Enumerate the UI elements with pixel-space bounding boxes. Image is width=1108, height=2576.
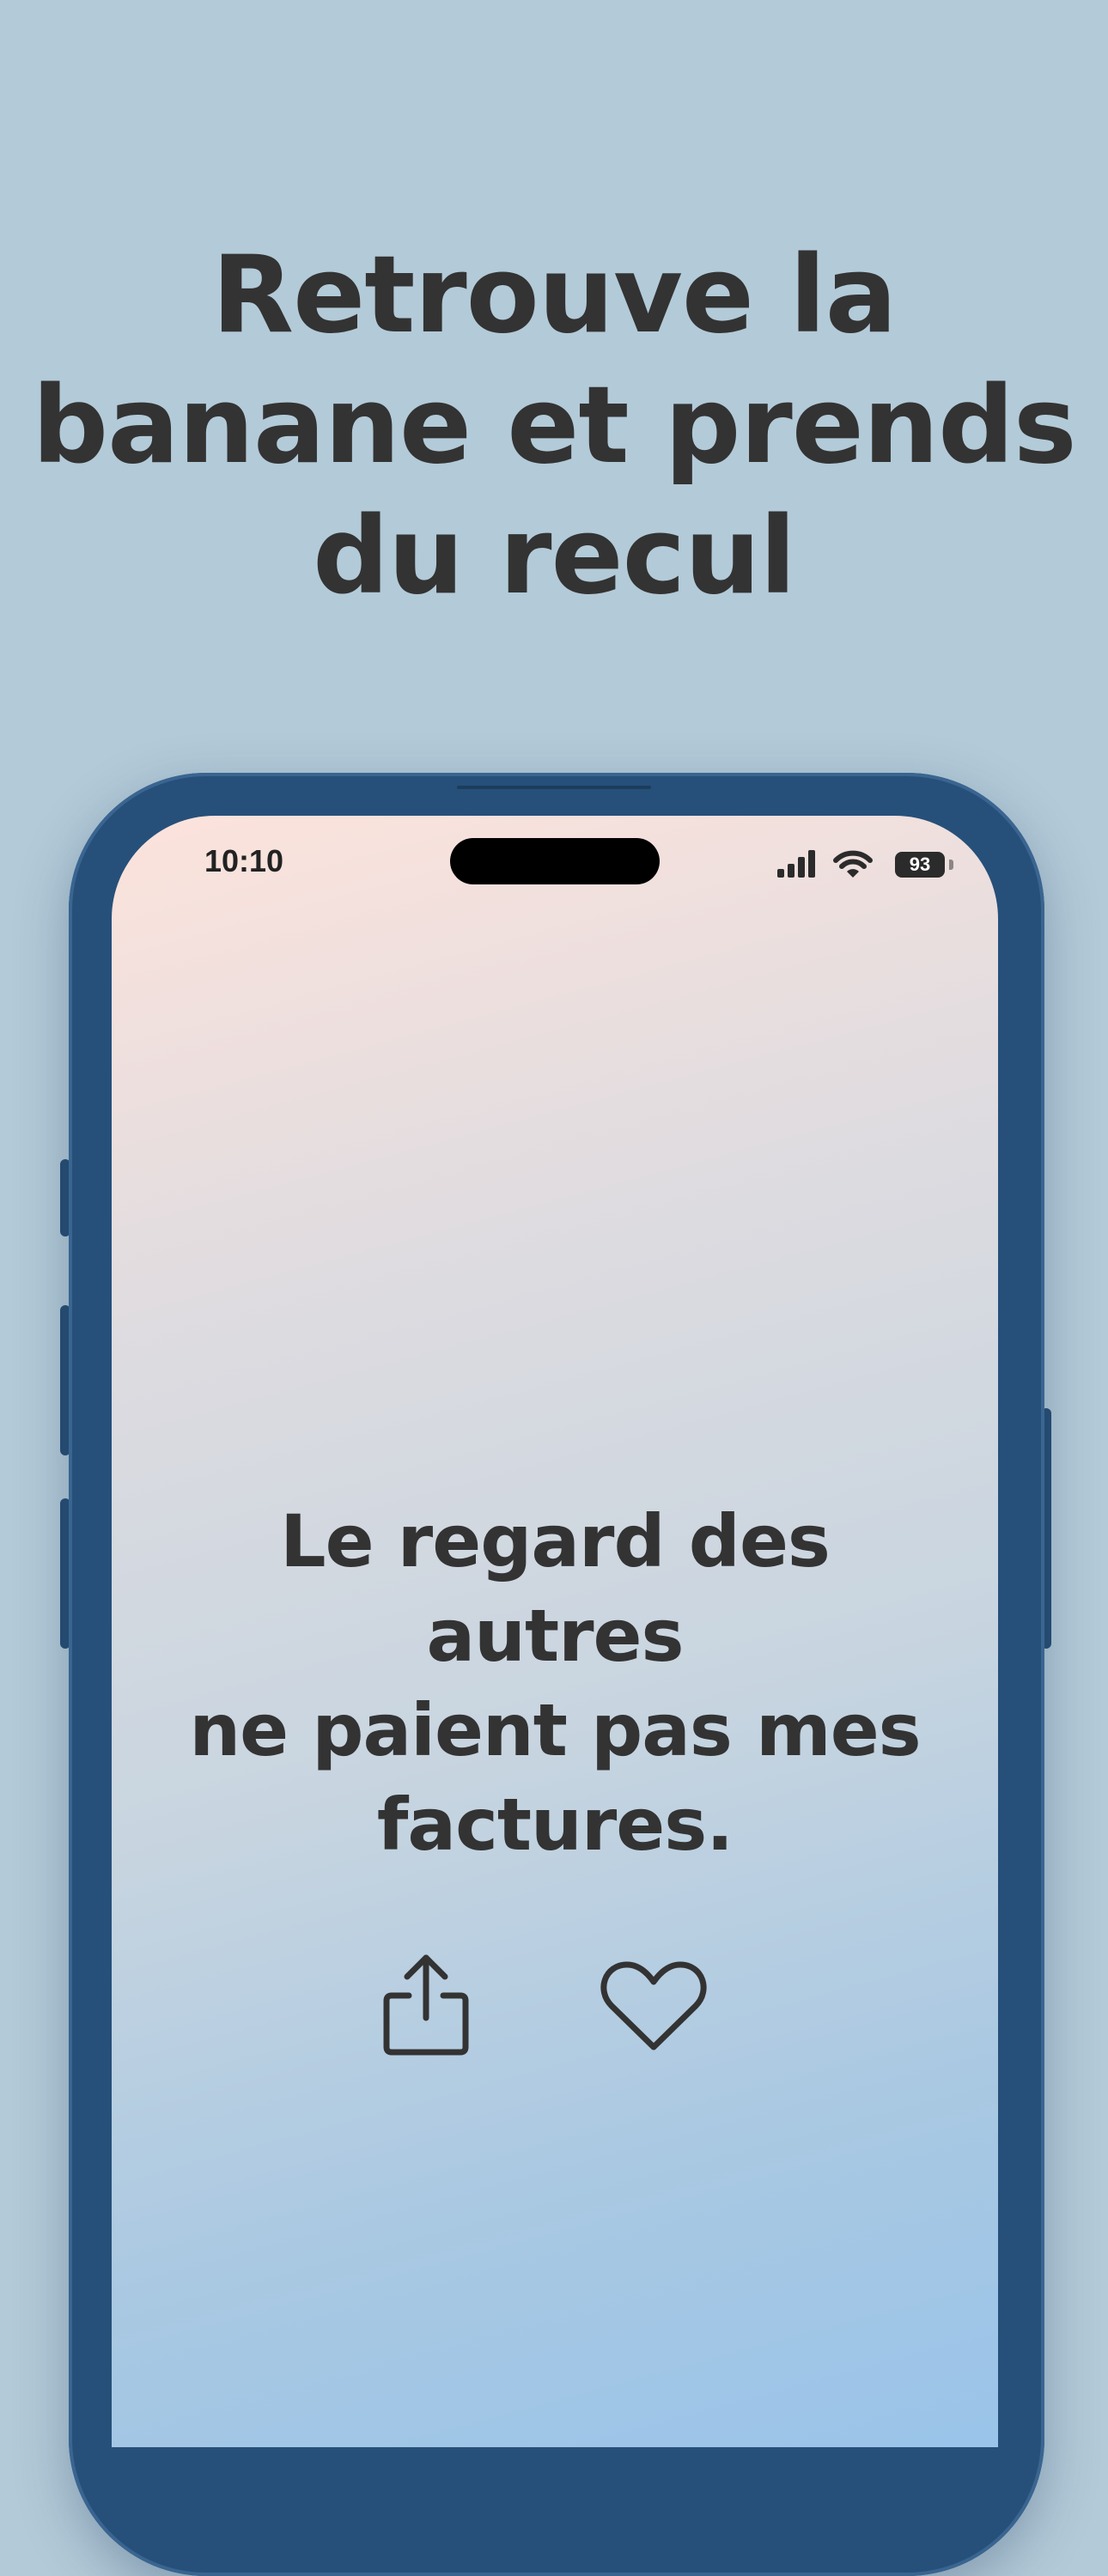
wifi-icon — [833, 850, 873, 878]
quote-text: Le regard des autres ne paient pas mes f… — [146, 1494, 964, 1872]
headline-line-2: banane et prends — [32, 364, 1076, 488]
phone-speaker-grille — [457, 786, 651, 789]
status-time: 10:10 — [204, 843, 284, 878]
headline: Retrouve la banane et prends du recul — [0, 230, 1108, 622]
battery-tip — [949, 860, 953, 870]
battery-icon: 93 — [895, 852, 945, 878]
heart-icon[interactable] — [600, 1958, 708, 2052]
headline-line-1: Retrouve la — [211, 234, 898, 357]
share-icon[interactable] — [383, 1951, 469, 2056]
signal-icon — [777, 850, 815, 878]
quote-line-1: Le regard des autres — [280, 1499, 831, 1678]
quote-line-2: ne paient pas mes — [189, 1688, 921, 1772]
quote-line-3: factures. — [376, 1783, 734, 1867]
phone-screen: 10:10 93 Le regard des autres ne paient … — [112, 816, 998, 2447]
headline-line-3: du recul — [313, 495, 796, 618]
dynamic-island — [450, 838, 660, 884]
